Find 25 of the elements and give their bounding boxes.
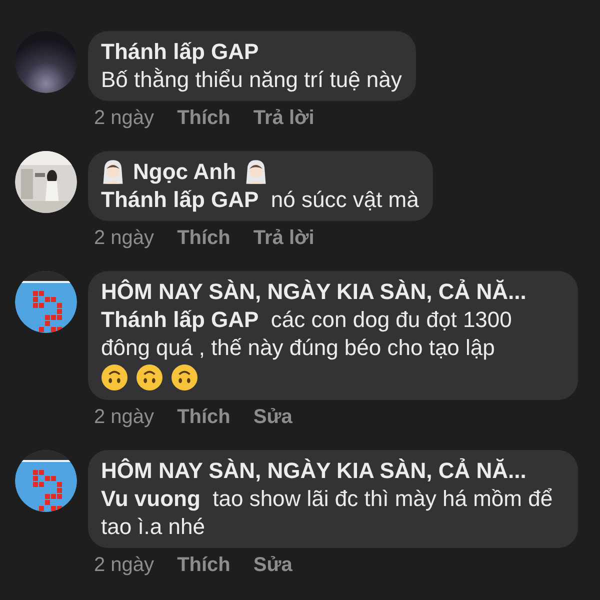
comment-text: Bố thằng thiểu năng trí tuệ này — [101, 66, 402, 94]
timestamp: 2 ngày — [94, 226, 154, 250]
like-link[interactable]: Thích — [177, 406, 230, 428]
comment-action-link[interactable]: Sửa — [253, 554, 292, 576]
timestamp: 2 ngày — [94, 106, 154, 130]
comment-text: Vu vuong tao show lãi đc thì mày há mồm để tao ì.a nhé — [101, 485, 554, 541]
comment-text: Thánh lấp GAP nó súcc vật mà — [101, 186, 419, 214]
timestamp: 2 ngày — [94, 554, 154, 576]
like-link[interactable]: Thích — [177, 106, 230, 130]
timestamp: 2 ngày — [94, 406, 154, 428]
upside-down-face-icon — [136, 364, 163, 391]
author-name[interactable]: Ngọc Anh — [133, 158, 236, 186]
bride-emoji-icon — [101, 159, 125, 185]
author-name[interactable]: Thánh lấp GAP — [101, 38, 259, 66]
upside-down-face-icon — [171, 364, 198, 391]
like-link[interactable]: Thích — [177, 554, 230, 576]
comment-action-link[interactable]: Trả lời — [253, 226, 314, 250]
bride-emoji-icon — [244, 159, 268, 185]
author-name[interactable]: HÔM NAY SÀN, NGÀY KIA SÀN, CẢ NĂ... — [101, 278, 526, 306]
like-link[interactable]: Thích — [177, 226, 230, 250]
comment-action-link[interactable]: Trả lời — [253, 106, 314, 130]
author-name[interactable]: HÔM NAY SÀN, NGÀY KIA SÀN, CẢ NĂ... — [101, 457, 526, 485]
comment-action-link[interactable]: Sửa — [253, 406, 292, 428]
upside-down-face-icon — [101, 364, 128, 391]
comment-text: Thánh lấp GAP các con dog đu đọt 1300 đông quá , thế này đúng béo cho tạo lập — [101, 306, 513, 362]
